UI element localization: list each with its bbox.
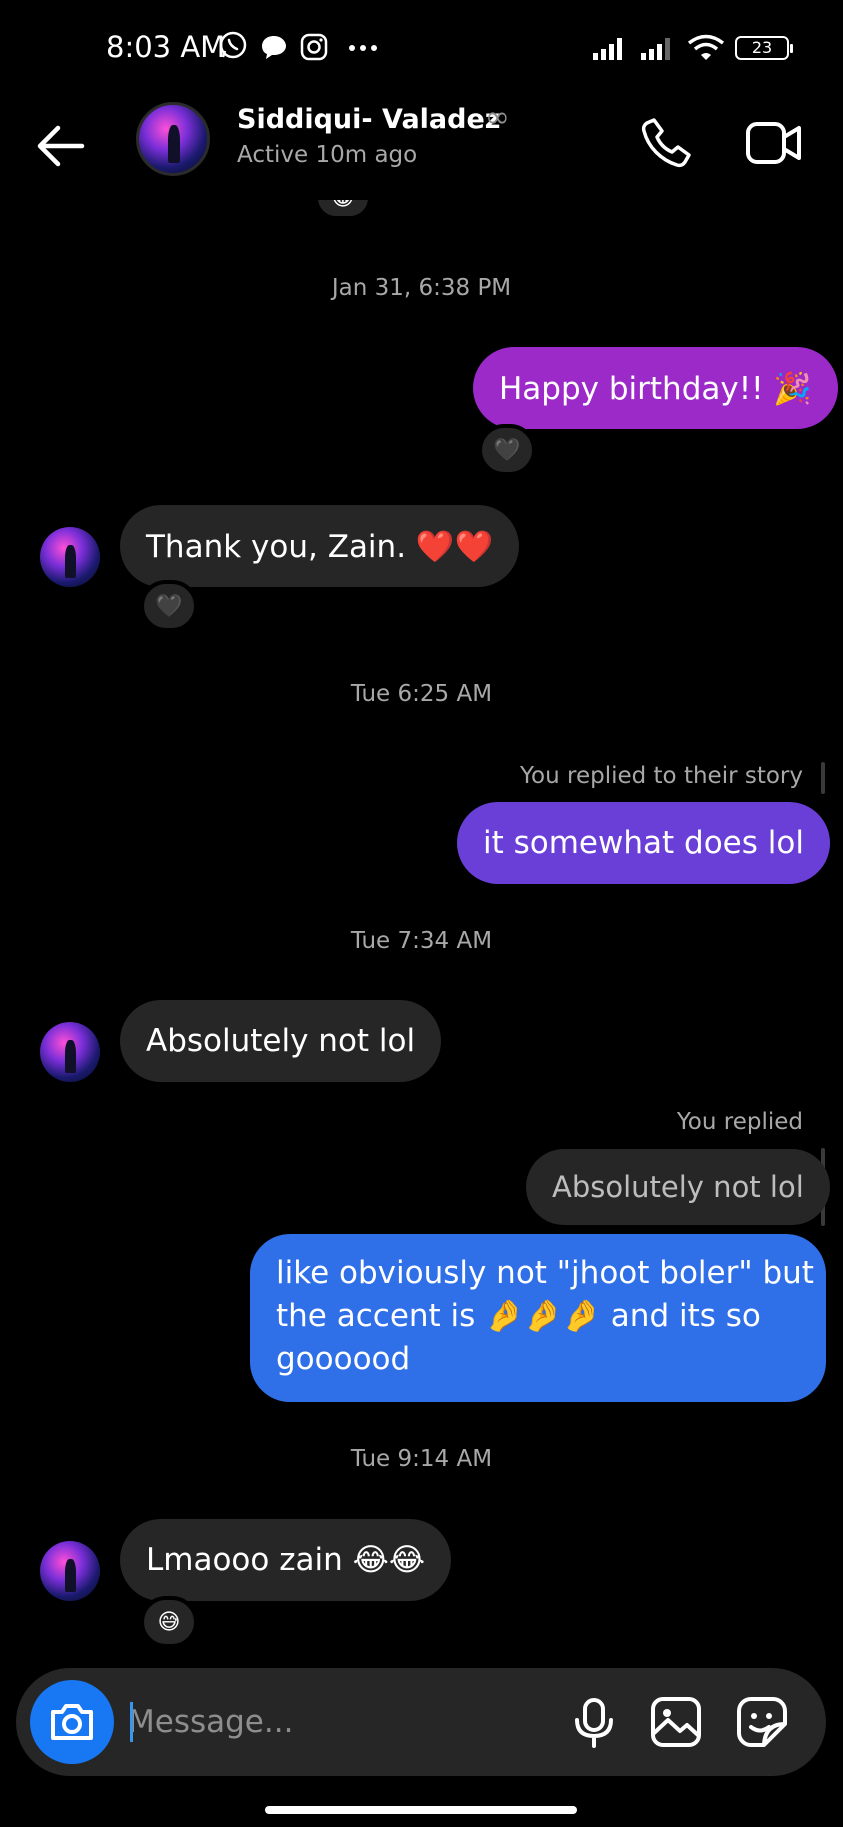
message-bubble-incoming[interactable]: Absolutely not lol: [120, 1000, 442, 1082]
quoted-message[interactable]: Absolutely not lol: [526, 1149, 830, 1225]
message-reaction[interactable]: 😅: [140, 1596, 198, 1648]
status-bar: 8:03 AM 23: [0, 0, 843, 96]
avatar[interactable]: [40, 1022, 100, 1082]
camera-button[interactable]: [30, 1680, 114, 1764]
reply-context: You replied: [676, 1109, 803, 1135]
message-reaction[interactable]: 🖤: [478, 424, 536, 476]
video-camera-icon[interactable]: [745, 118, 803, 168]
message-bubble-outgoing[interactable]: like obviously not "jhoot boler" but the…: [250, 1234, 826, 1402]
contact-name[interactable]: Siddiqui- Valadez: [237, 104, 501, 135]
message-composer: [16, 1668, 826, 1776]
wifi-icon: [687, 34, 725, 60]
timestamp: Tue 7:34 AM: [350, 928, 493, 954]
avatar[interactable]: [40, 1541, 100, 1601]
status-right-icons: 23: [591, 34, 793, 62]
chat-header: Siddiqui- Valadez ∞ Active 10m ago: [0, 96, 843, 200]
reply-indicator: [821, 762, 825, 794]
message-line: like obviously not "jhoot boler" but: [276, 1255, 814, 1291]
instagram-icon: [300, 33, 328, 61]
home-indicator[interactable]: [265, 1806, 577, 1814]
back-arrow-icon[interactable]: [30, 118, 90, 174]
chat-bubble-icon: [262, 36, 286, 59]
signal-icon: [593, 38, 622, 60]
infinity-icon: ∞: [485, 100, 510, 135]
reply-context: You replied to their story: [520, 763, 803, 789]
active-status: Active 10m ago: [237, 142, 418, 168]
signal-icon: [641, 38, 670, 60]
message-line: the accent is 🤌🤌🤌 and its so: [276, 1298, 761, 1334]
timestamp: Tue 9:14 AM: [350, 1446, 493, 1472]
status-time: 8:03 AM: [106, 30, 226, 64]
more-dots-icon: [349, 45, 377, 51]
timestamp: Jan 31, 6:38 PM: [331, 275, 512, 301]
message-reaction[interactable]: 🖤: [140, 580, 198, 632]
battery-icon: 23: [735, 36, 793, 60]
message-bubble-incoming[interactable]: Lmaooo zain 😂😂: [120, 1519, 452, 1601]
message-bubble-outgoing[interactable]: it somewhat does lol: [457, 802, 830, 884]
camera-icon: [51, 1704, 93, 1740]
sticker-icon[interactable]: [734, 1694, 790, 1750]
avatar[interactable]: [40, 527, 100, 587]
phone-icon[interactable]: [640, 116, 692, 168]
microphone-icon[interactable]: [566, 1694, 622, 1750]
timestamp: Tue 6:25 AM: [350, 681, 493, 707]
avatar[interactable]: [136, 102, 210, 176]
message-line: goooood: [276, 1341, 411, 1377]
text-cursor: [130, 1702, 133, 1742]
gallery-icon[interactable]: [648, 1694, 704, 1750]
message-input[interactable]: [128, 1698, 568, 1746]
message-bubble-outgoing[interactable]: Happy birthday!! 🎉: [473, 347, 839, 429]
message-bubble-incoming[interactable]: Thank you, Zain. ❤️❤️: [120, 505, 520, 587]
whatsapp-icon: [219, 31, 247, 59]
